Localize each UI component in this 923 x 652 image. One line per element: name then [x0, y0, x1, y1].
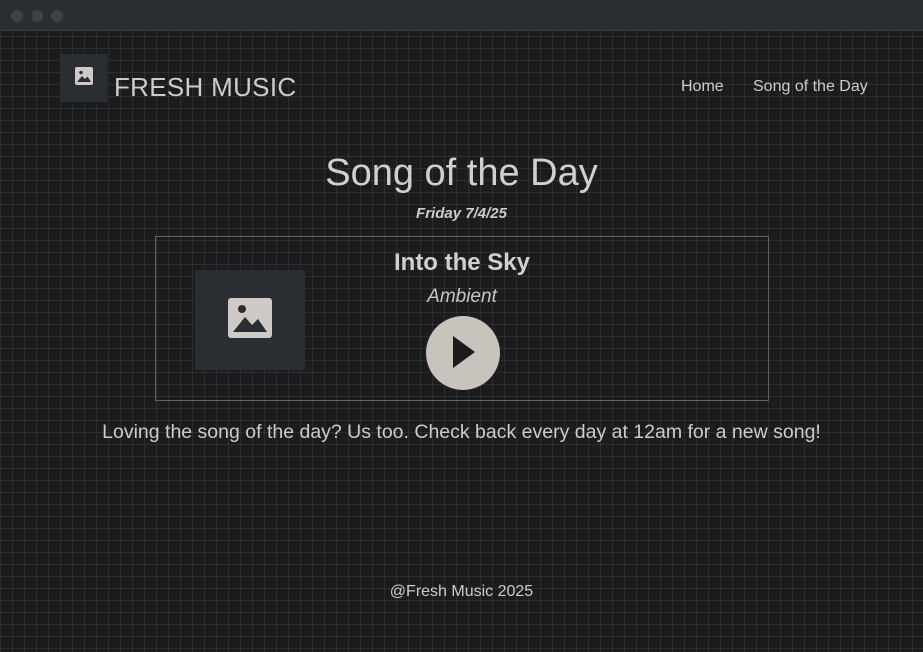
nav-song-of-the-day[interactable]: Song of the Day: [753, 78, 868, 96]
song-card: Into the Sky Ambient: [155, 236, 769, 401]
logo[interactable]: [61, 54, 107, 102]
song-genre: Ambient: [427, 286, 497, 307]
window-minimize-dot[interactable]: [31, 10, 43, 22]
window-maximize-dot[interactable]: [51, 10, 63, 22]
window-titlebar: [0, 0, 923, 31]
brand-name[interactable]: FRESH MUSIC: [114, 72, 296, 103]
page-title: Song of the Day: [325, 152, 598, 194]
song-date: Friday 7/4/25: [416, 205, 507, 222]
nav-home[interactable]: Home: [681, 78, 724, 96]
window-close-dot[interactable]: [11, 10, 23, 22]
play-button[interactable]: [426, 316, 500, 390]
song-title: Into the Sky: [393, 249, 531, 276]
song-blurb: Loving the song of the day? Us too. Chec…: [102, 421, 821, 443]
play-icon: [450, 335, 476, 372]
site-footer: @Fresh Music 2025: [389, 583, 534, 600]
image-icon: [75, 66, 93, 90]
song-artwork: [195, 270, 305, 370]
